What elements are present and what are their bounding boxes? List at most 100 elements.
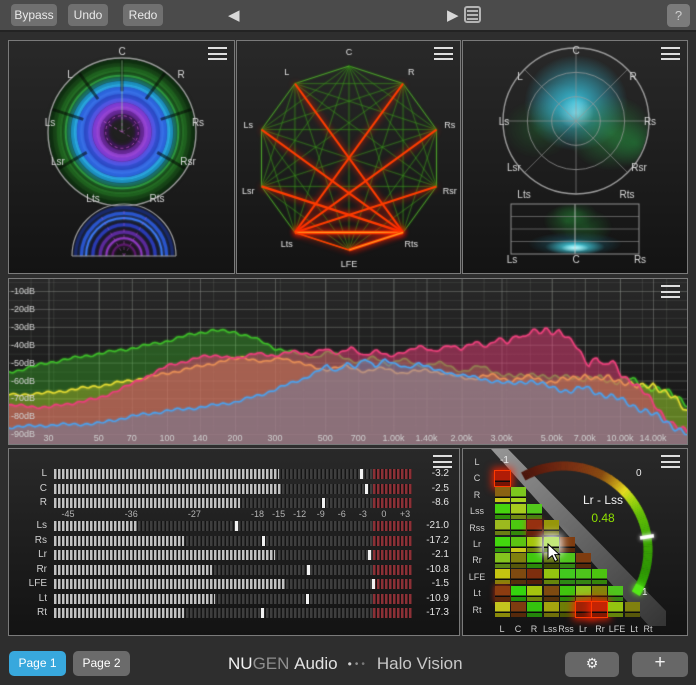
matrix-col-label: Rt [635, 624, 661, 634]
matrix-cell-Rr-C[interactable] [511, 553, 526, 568]
meter-red-zone [373, 579, 412, 589]
matrix-cell-LFE-C[interactable] [511, 569, 526, 584]
halo-vision-window: Bypass Undo Redo ◀ ▶ ? L-3.2C-2.5R-8.6Ls… [0, 0, 696, 685]
gauge-min-label: -1 [500, 455, 509, 466]
meter-red-zone [373, 608, 412, 618]
matrix-cell-Lss-C[interactable] [511, 504, 526, 519]
matrix-cell-LFE-Rss[interactable] [560, 569, 575, 584]
panel-menu-icon[interactable] [208, 47, 227, 60]
panel-menu-icon[interactable] [661, 47, 680, 60]
panel-menu-icon[interactable] [661, 285, 680, 298]
redo-button[interactable]: Redo [123, 4, 163, 26]
matrix-cell-Rss-C[interactable] [511, 520, 526, 535]
meter-red-zone [373, 565, 412, 575]
matrix-cell-Lt-Rss[interactable] [560, 586, 575, 601]
panel-menu-icon[interactable] [661, 455, 680, 468]
panel-correlation-matrix: LCRLssRssLrRrLFELtRtLCRLssRssLrRrLFELtRt… [462, 448, 688, 636]
meter-segments-lit [54, 498, 240, 508]
matrix-cell-Rr-L[interactable] [495, 553, 510, 568]
settings-button[interactable]: ⚙ [565, 652, 619, 677]
meter-segments-lit [54, 550, 275, 560]
panel-correlation-web [236, 40, 461, 274]
matrix-cell-Rt-R[interactable] [527, 602, 542, 617]
matrix-cell-Lt-Rr[interactable] [592, 586, 607, 601]
matrix-cell-Lt-LFE[interactable] [608, 586, 623, 601]
matrix-cell-Rt-C[interactable] [511, 602, 526, 617]
meter-red-zone [373, 550, 412, 560]
matrix-cell-Rt-Lr[interactable] [576, 602, 591, 617]
meter-peak-marker [262, 536, 265, 546]
matrix-row-label: Rss [464, 523, 490, 533]
panel-surround-radar [462, 40, 688, 274]
matrix-row-label: Lr [464, 539, 490, 549]
meter-value: -8.6 [411, 497, 449, 508]
matrix-cell-Lr-C[interactable] [511, 537, 526, 552]
matrix-cell-LFE-Lr[interactable] [576, 569, 591, 584]
matrix-cell-Rss-L[interactable] [495, 520, 510, 535]
meter-scale-tick: +3 [392, 509, 418, 519]
matrix-cell-Lr-R[interactable] [527, 537, 542, 552]
meter-channel-label: Lt [17, 593, 47, 604]
matrix-cell-R-C[interactable] [511, 487, 526, 502]
matrix-cell-LFE-Lss[interactable] [544, 569, 559, 584]
matrix-cell-Lt-Lr[interactable] [576, 586, 591, 601]
help-button[interactable]: ? [667, 4, 690, 27]
page2-button[interactable]: Page 2 [73, 651, 130, 676]
matrix-cell-Rr-Rss[interactable] [560, 553, 575, 568]
matrix-cell-Rt-Rr[interactable] [592, 602, 607, 617]
play-icon[interactable]: ▶ [447, 8, 459, 23]
matrix-cell-LFE-R[interactable] [527, 569, 542, 584]
meter-red-zone [373, 484, 412, 494]
matrix-row-label: Lss [464, 506, 490, 516]
matrix-cell-Lr-L[interactable] [495, 537, 510, 552]
matrix-cell-Lt-C[interactable] [511, 586, 526, 601]
meter-channel-label: Rr [17, 564, 47, 575]
toolbar: Bypass Undo Redo ◀ ▶ ? [0, 0, 696, 32]
matrix-cell-Rr-Lr[interactable] [576, 553, 591, 568]
panel-menu-icon[interactable] [434, 47, 453, 60]
meter-track [54, 484, 412, 494]
matrix-cell-Lr-Rss[interactable] [560, 537, 575, 552]
matrix-cell-Rt-Lss[interactable] [544, 602, 559, 617]
matrix-cell-R-L[interactable] [495, 487, 510, 502]
undo-button[interactable]: Undo [68, 4, 108, 26]
matrix-row-label: R [464, 490, 490, 500]
meter-segments-lit [54, 536, 184, 546]
bypass-button[interactable]: Bypass [11, 4, 57, 26]
playlist-icon[interactable] [464, 6, 481, 23]
meter-value: -10.9 [411, 593, 449, 604]
matrix-cell-Rt-Lt[interactable] [625, 602, 640, 617]
matrix-cell-Lt-Lss[interactable] [544, 586, 559, 601]
matrix-cell-LFE-Rr[interactable] [592, 569, 607, 584]
meter-channel-label: C [17, 483, 47, 494]
matrix-cell-Lss-L[interactable] [495, 504, 510, 519]
matrix-cell-Rt-L[interactable] [495, 602, 510, 617]
matrix-cell-Lss-R[interactable] [527, 504, 542, 519]
meter-red-zone [373, 498, 412, 508]
meter-value: -3.2 [411, 468, 449, 479]
gauge-zero-label: 0 [636, 468, 642, 479]
meter-channel-label: Rt [17, 607, 47, 618]
matrix-cell-Rss-R[interactable] [527, 520, 542, 535]
meter-track [54, 594, 412, 604]
matrix-cell-LFE-L[interactable] [495, 569, 510, 584]
matrix-cell-Rr-R[interactable] [527, 553, 542, 568]
matrix-row-label: Rr [464, 555, 490, 565]
add-button[interactable]: + [632, 652, 688, 677]
matrix-cell-C-L[interactable] [495, 471, 510, 486]
gauge-max-label: 1 [642, 587, 648, 598]
back-icon[interactable]: ◀ [228, 8, 240, 23]
meter-value: -2.5 [411, 483, 449, 494]
brand-dot-2: • [355, 659, 359, 670]
meter-channel-label: Ls [17, 520, 47, 531]
matrix-row-label: C [464, 473, 490, 483]
matrix-cell-Rt-LFE[interactable] [608, 602, 623, 617]
matrix-cell-Lt-R[interactable] [527, 586, 542, 601]
matrix-cell-Lt-L[interactable] [495, 586, 510, 601]
product-name: Halo Vision [377, 654, 463, 674]
meter-track [54, 550, 412, 560]
matrix-cell-Rt-Rss[interactable] [560, 602, 575, 617]
page1-button[interactable]: Page 1 [9, 651, 66, 676]
panel-menu-icon[interactable] [433, 455, 452, 468]
meter-track [54, 579, 412, 589]
